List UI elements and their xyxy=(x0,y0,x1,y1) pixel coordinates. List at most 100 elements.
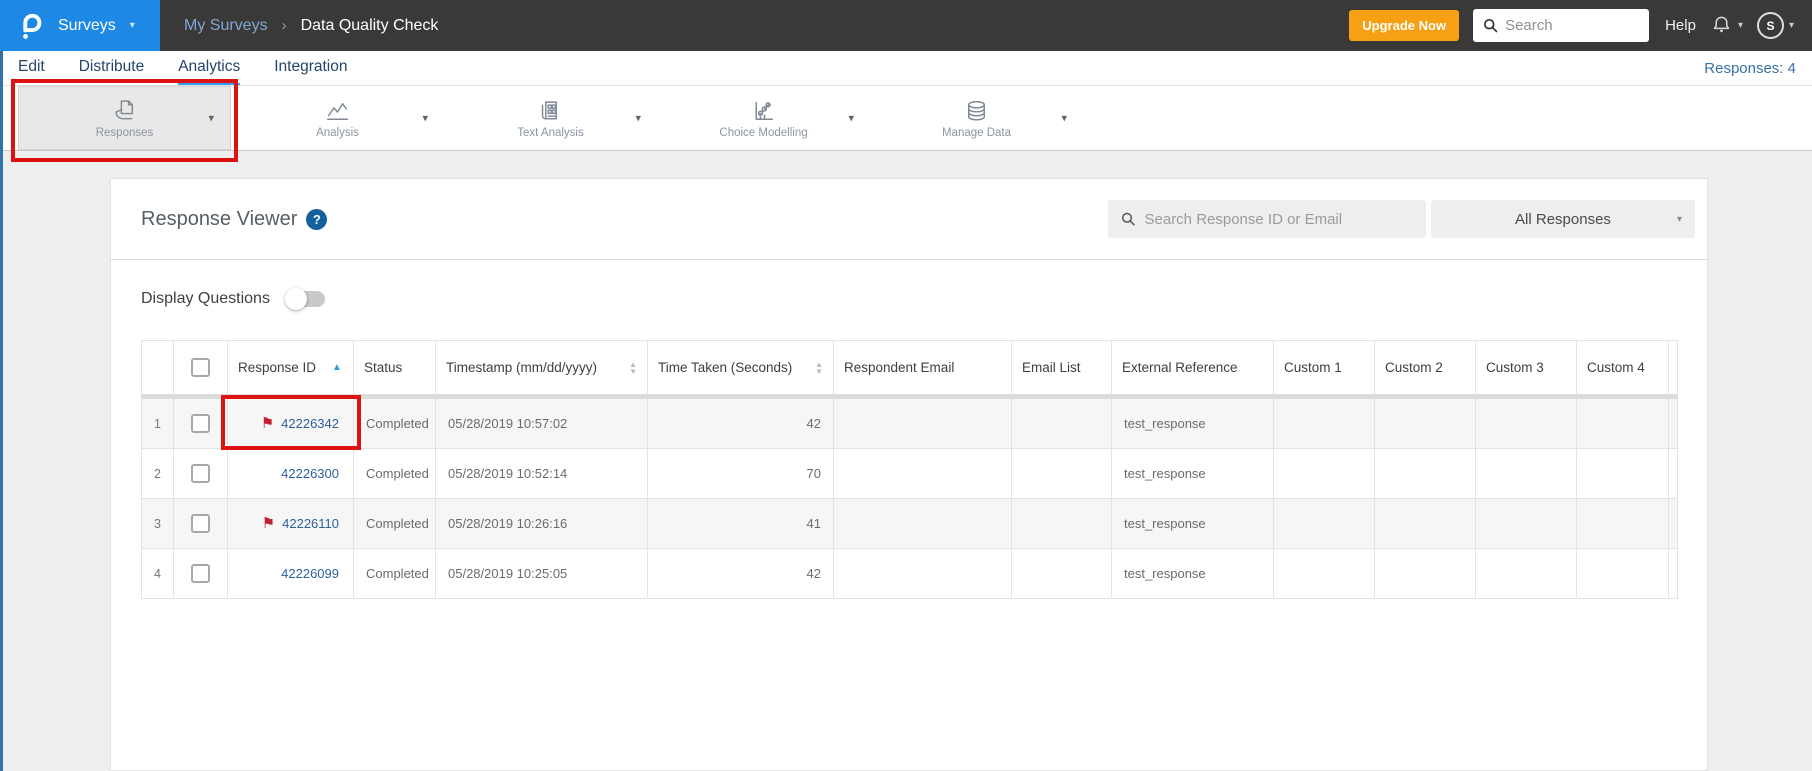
table-row: 2 42226300 Completed 05/28/2019 10:52:14 70 t… xyxy=(141,448,1678,499)
toolbar-item-label: Analysis xyxy=(316,127,359,139)
chevron-down-icon[interactable]: ▾ xyxy=(635,112,641,125)
analysis-icon xyxy=(324,97,351,125)
response-search[interactable] xyxy=(1108,200,1426,238)
panel-header: Response Viewer ? All Responses ▾ xyxy=(111,179,1707,259)
response-id-link[interactable]: 42226110 xyxy=(282,516,339,531)
breadcrumb-my-surveys[interactable]: My Surveys xyxy=(184,17,268,35)
response-id-link[interactable]: 42226099 xyxy=(281,566,339,581)
row-checkbox[interactable] xyxy=(191,564,210,583)
chevron-down-icon: ▾ xyxy=(1737,20,1743,31)
chevron-down-icon[interactable]: ▾ xyxy=(848,112,854,125)
table-col-status: Status xyxy=(353,340,436,399)
row-checkbox[interactable] xyxy=(191,514,210,533)
response-filter-value: All Responses xyxy=(1515,210,1611,228)
custom4-cell xyxy=(1576,448,1669,499)
select-all-checkbox[interactable] xyxy=(191,358,210,377)
toolbar-item-label: Choice Modelling xyxy=(719,127,808,139)
upgrade-now-button[interactable]: Upgrade Now xyxy=(1349,10,1460,41)
table-col-respondent_email: Respondent Email xyxy=(833,340,1012,399)
help-link[interactable]: Help xyxy=(1665,17,1696,34)
table-col-external_reference: External Reference xyxy=(1111,340,1274,399)
custom3-cell xyxy=(1475,448,1577,499)
table-col-id[interactable]: Response ID ▲ xyxy=(227,340,354,399)
account-menu[interactable]: S ▾ xyxy=(1756,12,1794,39)
sort-ascending-icon[interactable]: ▲ xyxy=(332,362,342,373)
display-questions-label: Display Questions xyxy=(141,290,270,307)
chevron-down-icon[interactable]: ▾ xyxy=(130,20,135,31)
chevron-down-icon[interactable]: ▾ xyxy=(208,112,214,125)
respondent-email-cell xyxy=(833,498,1012,549)
tab-distribute[interactable]: Distribute xyxy=(79,51,144,85)
custom2-cell xyxy=(1374,498,1476,549)
custom3-cell xyxy=(1475,396,1577,449)
toggle-knob xyxy=(284,288,307,310)
breadcrumb-separator: › xyxy=(281,17,287,34)
respondent-email-cell xyxy=(833,448,1012,499)
breadcrumb-current-survey: Data Quality Check xyxy=(300,16,439,34)
toolbar-item-label: Responses xyxy=(95,127,154,139)
table-row: 4 42226099 Completed 05/28/2019 10:25:05 42 t… xyxy=(141,548,1678,599)
tab-analytics[interactable]: Analytics xyxy=(178,51,241,85)
timestamp-cell: 05/28/2019 10:26:16 xyxy=(435,498,648,549)
topbar-right: Upgrade Now Help ▾ S ▾ xyxy=(1349,9,1794,42)
topbar: Surveys ▾ My Surveys › Data Quality Chec… xyxy=(0,0,1812,51)
custom3-cell xyxy=(1475,498,1577,549)
app-root: { "topbar": { "product": "Surveys", "bre… xyxy=(0,0,1812,771)
table-col-custom2: Custom 2 xyxy=(1374,340,1476,399)
status-cell: Completed xyxy=(353,498,436,549)
panel-divider xyxy=(111,259,1707,260)
chevron-down-icon[interactable]: ▾ xyxy=(1061,112,1067,125)
table-col-checkbox xyxy=(173,340,228,399)
toolbar-item-label: Manage Data xyxy=(941,127,1012,139)
table-row: 3 ⚑ 42226110 Completed 05/28/2019 10:26:16 41… xyxy=(141,498,1678,549)
sort-icon[interactable]: ▲ ▼ xyxy=(629,360,637,375)
chevron-down-icon[interactable]: ▾ xyxy=(422,112,428,125)
tab-edit[interactable]: Edit xyxy=(18,51,45,85)
toolbar-item-choice-modelling[interactable]: Choice Modelling ▾ xyxy=(657,86,870,150)
product-name: Surveys xyxy=(58,16,116,34)
row-number: 1 xyxy=(141,396,174,449)
external-reference-cell: test_response xyxy=(1111,548,1274,599)
chevron-down-icon: ▾ xyxy=(1676,213,1682,225)
custom2-cell xyxy=(1374,448,1476,499)
response-filter-dropdown[interactable]: All Responses ▾ xyxy=(1431,200,1695,238)
timestamp-cell: 05/28/2019 10:57:02 xyxy=(435,396,648,449)
display-questions-toggle[interactable] xyxy=(284,288,325,310)
email-list-cell xyxy=(1011,498,1112,549)
custom2-cell xyxy=(1374,396,1476,449)
toolbar-item-responses[interactable]: Responses ▾ xyxy=(11,79,238,162)
responses-table: Response ID ▲ Status Timestamp (mm/dd/yyyy)… xyxy=(141,340,1678,599)
analytics-toolbar: Responses ▾ Analysis ▾ Text Analysis ▾ Choi… xyxy=(0,79,1812,162)
toolbar-item-text-analysis[interactable]: Text Analysis ▾ xyxy=(444,86,657,150)
custom1-cell xyxy=(1273,498,1375,549)
response-search-input[interactable] xyxy=(1144,210,1414,228)
sort-icon[interactable]: ▲ ▼ xyxy=(815,360,823,375)
global-search-input[interactable] xyxy=(1505,17,1641,34)
custom4-cell xyxy=(1576,498,1669,549)
response-id-link[interactable]: 42226300 xyxy=(281,466,339,481)
overflow-cell xyxy=(1668,448,1678,499)
row-checkbox[interactable] xyxy=(191,414,210,433)
help-badge-icon[interactable]: ? xyxy=(306,208,328,230)
global-search[interactable] xyxy=(1473,9,1650,42)
time-taken-cell: 70 xyxy=(647,448,834,499)
tab-integration[interactable]: Integration xyxy=(274,51,347,85)
flag-icon: ⚑ xyxy=(261,515,276,532)
table-col-time_taken[interactable]: Time Taken (Seconds) ▲ ▼ xyxy=(647,340,834,399)
row-number: 3 xyxy=(141,498,174,549)
questionpro-logo-icon xyxy=(23,13,42,39)
responses-count: Responses: 4 xyxy=(1704,59,1796,77)
brand-switcher[interactable]: Surveys ▾ xyxy=(0,0,160,51)
status-cell: Completed xyxy=(353,548,436,599)
row-checkbox[interactable] xyxy=(191,464,210,483)
toolbar-item-manage-data[interactable]: Manage Data ▾ xyxy=(870,86,1083,150)
display-questions-row: Display Questions xyxy=(141,286,1677,312)
chevron-down-icon: ▾ xyxy=(1788,20,1794,31)
response-id-link[interactable]: 42226342 xyxy=(281,416,339,431)
table-header-row: Response ID ▲ Status Timestamp (mm/dd/yyyy)… xyxy=(141,340,1678,399)
notifications-menu[interactable]: ▾ xyxy=(1710,14,1743,37)
toolbar-item-analysis[interactable]: Analysis ▾ xyxy=(231,86,444,150)
row-number: 2 xyxy=(141,448,174,499)
flag-icon: ⚑ xyxy=(260,415,275,432)
table-col-timestamp[interactable]: Timestamp (mm/dd/yyyy) ▲ ▼ xyxy=(435,340,648,399)
